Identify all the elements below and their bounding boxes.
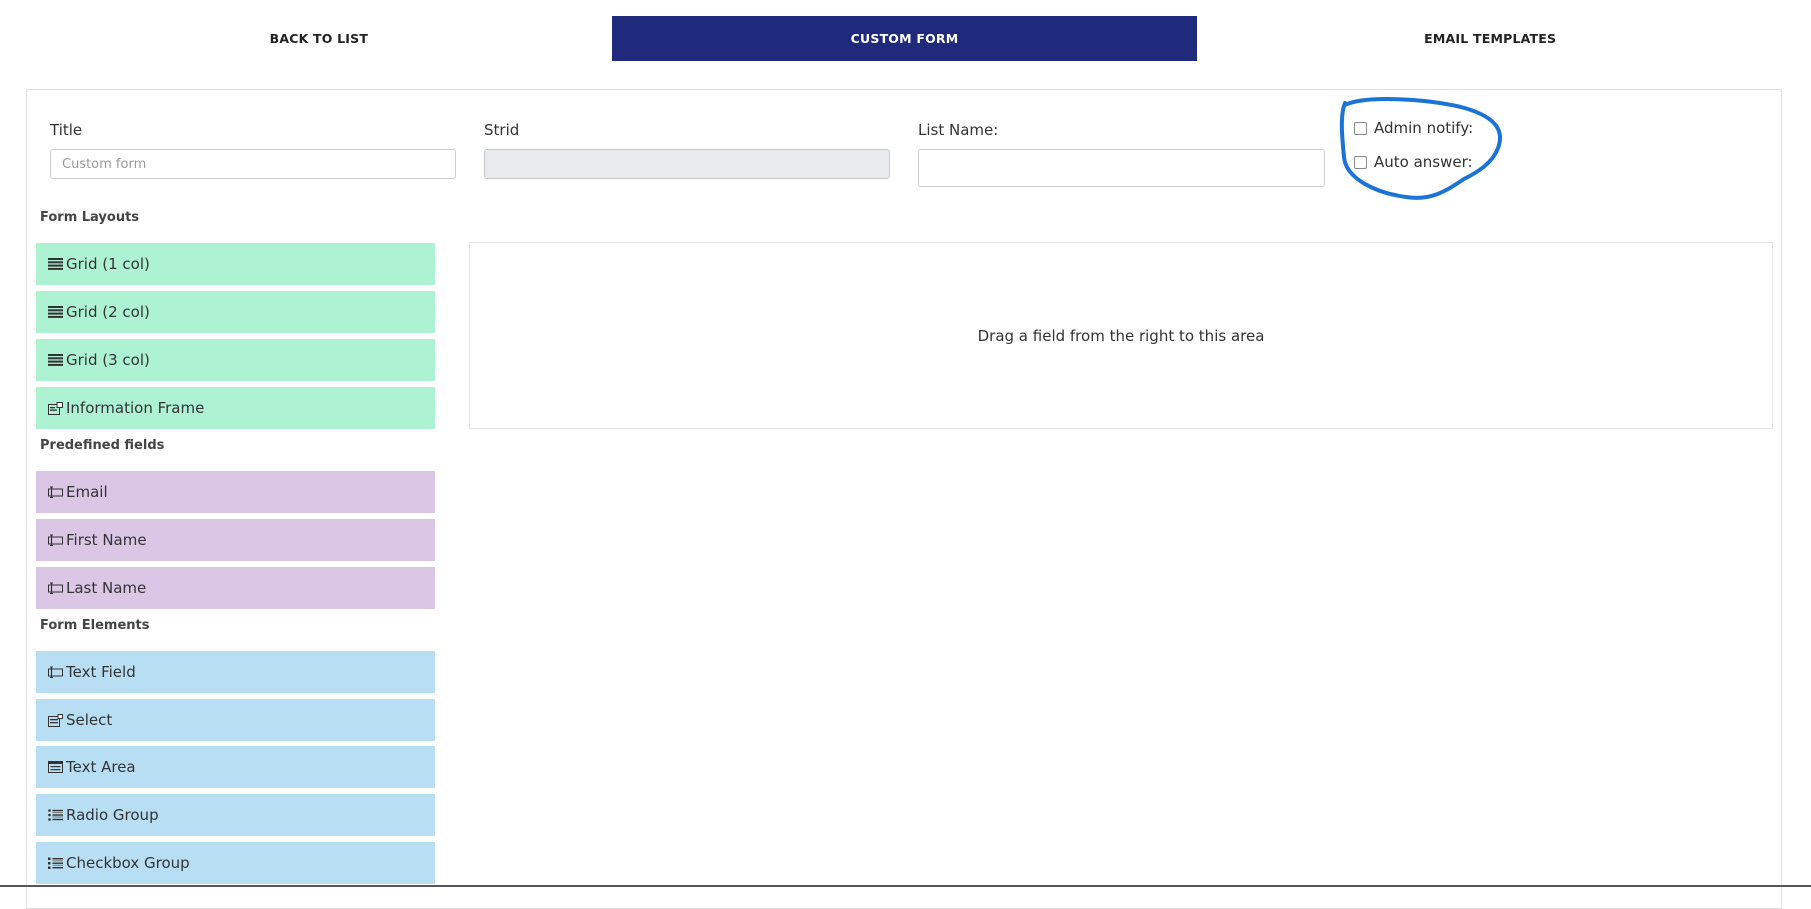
tab-custom-form[interactable]: CUSTOM FORM	[611, 16, 1198, 61]
auto-answer-row: Auto answer:	[1354, 153, 1473, 171]
palette-item-label: Grid (3 col)	[66, 351, 150, 369]
palette-last-name[interactable]: Last Name	[36, 567, 435, 609]
grid-icon	[48, 354, 63, 367]
palette-grid-2-col[interactable]: Grid (2 col)	[36, 291, 435, 333]
list-name-label: List Name:	[918, 121, 999, 139]
admin-notify-checkbox[interactable]	[1354, 121, 1367, 135]
admin-notify-label: Admin notify:	[1374, 119, 1474, 137]
palette-grid-3-col[interactable]: Grid (3 col)	[36, 339, 435, 381]
text-field-icon	[48, 534, 63, 547]
form-layouts-heading: Form Layouts	[40, 210, 140, 225]
palette-item-label: Last Name	[66, 579, 147, 597]
strid-input	[484, 149, 890, 179]
grid-icon	[48, 258, 63, 271]
checkbox-list-icon	[48, 857, 63, 870]
palette-checkbox-group[interactable]: Checkbox Group	[36, 842, 435, 884]
top-nav: BACK TO LIST CUSTOM FORM EMAIL TEMPLATES	[26, 16, 1783, 61]
text-field-icon	[48, 486, 63, 499]
text-field-icon	[48, 666, 63, 679]
select-icon	[48, 713, 63, 727]
palette-select[interactable]: Select	[36, 699, 435, 741]
predefined-fields-heading: Predefined fields	[40, 438, 165, 453]
palette-email[interactable]: Email	[36, 471, 435, 513]
title-input[interactable]	[50, 149, 456, 179]
auto-answer-label: Auto answer:	[1374, 153, 1473, 171]
palette-item-label: Radio Group	[66, 806, 159, 824]
palette-item-label: Email	[66, 483, 108, 501]
tab-email-templates[interactable]: EMAIL TEMPLATES	[1197, 16, 1783, 61]
strid-label: Strid	[484, 121, 520, 139]
palette-grid-1-col[interactable]: Grid (1 col)	[36, 243, 435, 285]
form-elements-heading: Form Elements	[40, 618, 150, 633]
palette-item-label: Grid (1 col)	[66, 255, 150, 273]
auto-answer-checkbox[interactable]	[1354, 155, 1367, 169]
palette-item-label: Text Field	[66, 663, 136, 681]
palette-item-label: Text Area	[66, 758, 136, 776]
textarea-icon	[48, 761, 63, 774]
list-name-input[interactable]	[918, 149, 1325, 187]
text-field-icon	[48, 582, 63, 595]
palette-first-name[interactable]: First Name	[36, 519, 435, 561]
palette-text-area[interactable]: Text Area	[36, 746, 435, 788]
tab-back-to-list[interactable]: BACK TO LIST	[26, 16, 612, 61]
radio-list-icon	[48, 809, 63, 822]
palette-item-label: Select	[66, 711, 113, 729]
admin-notify-row: Admin notify:	[1354, 119, 1473, 137]
grid-icon	[48, 306, 63, 319]
dropzone-hint: Drag a field from the right to this area	[977, 326, 1265, 345]
palette-item-label: Information Frame	[66, 399, 205, 417]
info-frame-icon	[48, 401, 63, 415]
palette-item-label: Grid (2 col)	[66, 303, 150, 321]
palette-item-label: First Name	[66, 531, 147, 549]
palette-radio-group[interactable]: Radio Group	[36, 794, 435, 836]
palette-information-frame[interactable]: Information Frame	[36, 387, 435, 429]
form-dropzone[interactable]: Drag a field from the right to this area	[469, 242, 1773, 429]
title-label: Title	[50, 121, 83, 139]
palette-text-field[interactable]: Text Field	[36, 651, 435, 693]
palette-item-label: Checkbox Group	[66, 854, 190, 872]
